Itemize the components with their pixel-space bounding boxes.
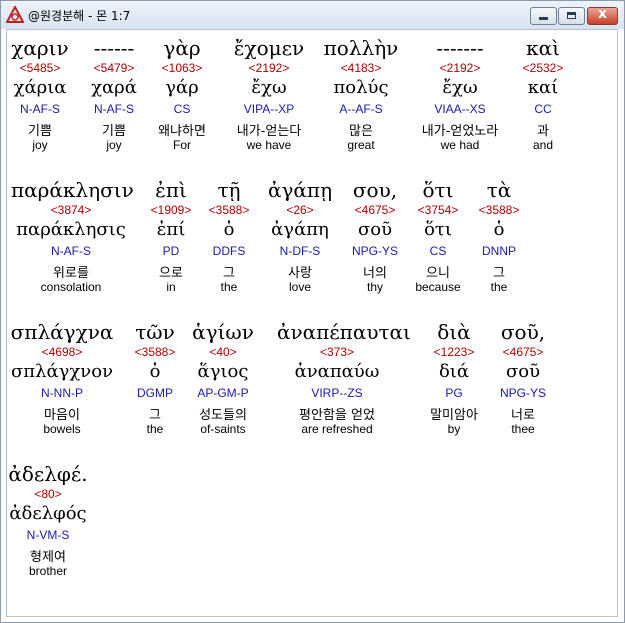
greek-word: ἁγίων: [192, 320, 254, 344]
parsing-code: CC: [534, 102, 552, 116]
interlinear-pane[interactable]: χαριν <5485> χάρια N-AF-S 기쁨 joy ------ …: [6, 29, 618, 617]
lemma: ὁ: [493, 219, 505, 240]
lemma: καί: [527, 77, 559, 98]
strongs-number[interactable]: <2532>: [483, 61, 603, 75]
app-window: @원경분해 - 몬 1:7 x χαριν <5485> χάρια N-AF-…: [0, 0, 625, 623]
english-gloss: brother: [28, 564, 68, 578]
english-gloss: thee: [511, 422, 535, 436]
strongs-number[interactable]: <80>: [1, 487, 108, 501]
parsing-code: NPG-YS: [499, 386, 546, 400]
lemma: ἀναπαύω: [294, 361, 380, 382]
lemma: ἀδελφός: [9, 503, 87, 524]
lemma: ἅγιος: [197, 361, 249, 382]
english-gloss: of-saints: [200, 422, 246, 436]
maximize-button[interactable]: [558, 7, 585, 25]
greek-word: ἀδελφέ.: [8, 462, 88, 486]
window-title: @원경분해 - 몬 1:7: [28, 9, 131, 23]
lemma: σοῦ: [505, 361, 541, 382]
greek-word: ἀναπέπαυται: [277, 320, 411, 344]
minimize-icon: [539, 17, 548, 20]
english-gloss: are refreshed: [301, 422, 373, 436]
app-logo-icon: [6, 6, 24, 23]
korean-gloss: 평안함을 얻었: [299, 408, 375, 423]
korean-gloss: 성도들의: [199, 408, 247, 423]
strongs-number[interactable]: <40>: [163, 345, 283, 359]
parsing-code: N-VM-S: [26, 528, 70, 542]
greek-word: σοῦ,: [500, 320, 546, 344]
parsing-code: AP-GM-P: [197, 386, 249, 400]
korean-gloss: 과: [537, 124, 549, 139]
english-gloss: the: [490, 280, 508, 294]
close-button[interactable]: x: [587, 6, 618, 25]
korean-gloss: 너로: [511, 408, 535, 423]
parsing-code: VIRP--ZS: [311, 386, 363, 400]
minimize-button[interactable]: [530, 7, 557, 25]
maximize-icon: [567, 12, 576, 19]
strongs-number[interactable]: <4675>: [463, 345, 583, 359]
strongs-number[interactable]: <373>: [277, 345, 397, 359]
close-icon: x: [597, 6, 608, 22]
strongs-number[interactable]: <3588>: [439, 203, 559, 217]
english-gloss: and: [532, 138, 554, 152]
korean-gloss: 형제여: [30, 550, 66, 565]
parsing-code: DNNP: [481, 244, 516, 258]
title-bar[interactable]: @원경분해 - 몬 1:7 x: [1, 1, 624, 29]
greek-word: καὶ: [526, 36, 560, 60]
korean-gloss: 그: [493, 266, 505, 281]
greek-word: τὰ: [486, 178, 512, 202]
